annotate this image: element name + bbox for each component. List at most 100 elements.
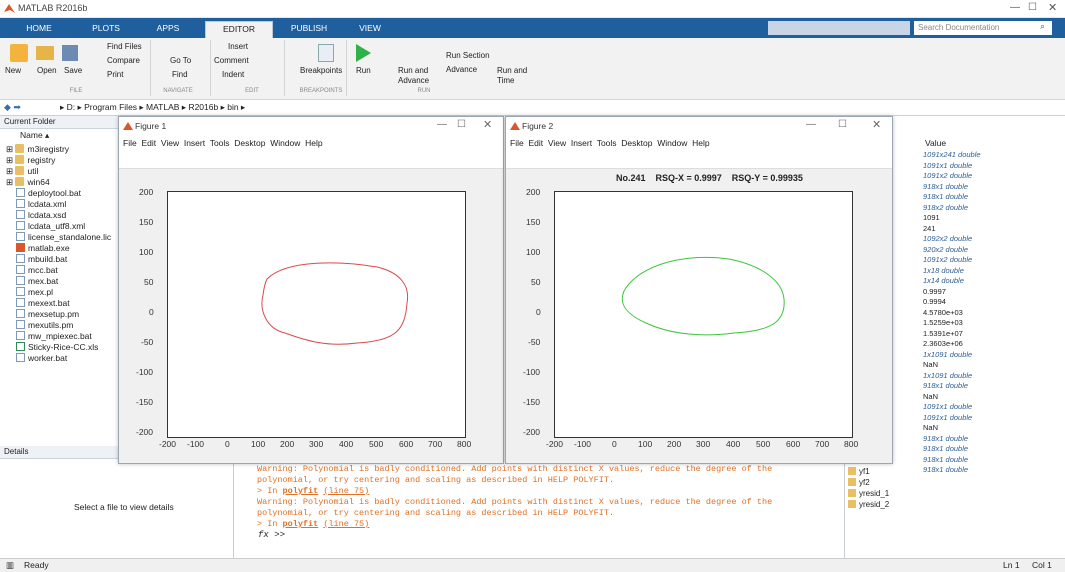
folder-list-item[interactable]: lcdata.xml bbox=[16, 199, 66, 210]
folder-list-item[interactable]: Sticky-Rice-CC.xls bbox=[16, 342, 98, 353]
workspace-value[interactable]: 1.5391e+07 bbox=[923, 329, 963, 338]
workspace-value[interactable]: 1091x2 double bbox=[923, 255, 972, 264]
workspace-value[interactable]: 918x1 double bbox=[923, 192, 968, 201]
folder-list-item[interactable]: ⊞ win64 bbox=[6, 177, 50, 188]
workspace-value[interactable]: 1091x1 double bbox=[923, 161, 972, 170]
value-column-header[interactable]: Value bbox=[925, 138, 946, 148]
folder-list-item[interactable]: mexutils.pm bbox=[16, 320, 73, 331]
expand-icon[interactable]: ⊞ bbox=[6, 155, 15, 165]
workspace-value[interactable]: 918x1 double bbox=[923, 455, 968, 464]
address-bar[interactable]: ◆ ➡ ▸ D: ▸ Program Files ▸ MATLAB ▸ R201… bbox=[0, 100, 1065, 116]
run-section-button[interactable]: Run Section bbox=[446, 51, 490, 61]
insert-button[interactable]: Insert bbox=[228, 42, 248, 52]
figure-2-axes[interactable] bbox=[554, 191, 854, 439]
search-icon[interactable]: ⌕ bbox=[1040, 21, 1045, 32]
breakpoints-button[interactable]: Breakpoints bbox=[300, 66, 342, 76]
breadcrumb[interactable]: ▸ D: ▸ Program Files ▸ MATLAB ▸ R2016b ▸… bbox=[60, 102, 245, 113]
workspace-value[interactable]: NaN bbox=[923, 392, 938, 401]
fig1-minimize-button[interactable]: — bbox=[437, 119, 447, 130]
tab-plots[interactable]: PLOTS bbox=[78, 21, 134, 38]
workspace-value[interactable]: 918x1 double bbox=[923, 182, 968, 191]
workspace-value[interactable]: 0.9997 bbox=[923, 287, 946, 296]
expand-icon[interactable]: ⊞ bbox=[6, 177, 15, 187]
open-button[interactable]: Open bbox=[37, 66, 57, 76]
compare-button[interactable]: Compare bbox=[107, 56, 140, 66]
workspace-value[interactable]: 241 bbox=[923, 224, 936, 233]
folder-list-item[interactable]: deploytool.bat bbox=[16, 188, 81, 199]
workspace-value[interactable]: 918x1 double bbox=[923, 434, 968, 443]
folder-list-item[interactable]: lcdata.xsd bbox=[16, 210, 66, 221]
menu-insert[interactable]: Insert bbox=[571, 138, 592, 148]
figure-2-toolbar[interactable] bbox=[506, 151, 892, 169]
menu-file[interactable]: File bbox=[510, 138, 524, 148]
advance-button[interactable]: Advance bbox=[446, 65, 477, 75]
crumb[interactable]: D: bbox=[67, 102, 76, 112]
workspace-value[interactable]: 918x2 double bbox=[923, 203, 968, 212]
folder-list-item[interactable]: mbuild.bat bbox=[16, 254, 67, 265]
minimize-button[interactable]: — bbox=[1010, 2, 1020, 13]
folder-list-item[interactable]: lcdata_utf8.xml bbox=[16, 221, 85, 232]
menu-tools[interactable]: Tools bbox=[597, 138, 617, 148]
figure-1-toolbar[interactable] bbox=[119, 151, 503, 169]
menu-help[interactable]: Help bbox=[692, 138, 709, 148]
fig2-minimize-button[interactable]: — bbox=[806, 119, 816, 130]
polyfit-link[interactable]: polyfit bbox=[283, 519, 319, 529]
indent-button[interactable]: Indent bbox=[222, 70, 244, 80]
ws-name-yresid-2[interactable]: yresid_2 bbox=[848, 499, 889, 510]
menu-window[interactable]: Window bbox=[270, 138, 300, 148]
find-button[interactable]: Find bbox=[172, 70, 188, 80]
crumb[interactable]: MATLAB bbox=[146, 102, 179, 112]
workspace-value[interactable]: 920x2 double bbox=[923, 245, 968, 254]
crumb[interactable]: Program Files bbox=[84, 102, 137, 112]
workspace-value[interactable]: 1x1091 double bbox=[923, 350, 972, 359]
fig2-close-button[interactable]: ✕ bbox=[872, 118, 881, 131]
workspace-value[interactable]: 918x1 double bbox=[923, 444, 968, 453]
folder-list-item[interactable]: matlab.exe bbox=[16, 243, 70, 254]
tab-home[interactable]: HOME bbox=[8, 21, 70, 38]
run-button[interactable]: Run bbox=[356, 66, 371, 76]
fig2-maximize-button[interactable]: ☐ bbox=[838, 119, 847, 130]
crumb[interactable]: R2016b bbox=[188, 102, 218, 112]
comment-button[interactable]: Comment bbox=[214, 56, 249, 66]
menu-desktop[interactable]: Desktop bbox=[234, 138, 265, 148]
figure-1-axes[interactable] bbox=[167, 191, 467, 439]
crumb[interactable]: bin bbox=[227, 102, 238, 112]
workspace-value[interactable]: 1092x2 double bbox=[923, 234, 972, 243]
menu-edit[interactable]: Edit bbox=[141, 138, 156, 148]
fig1-close-button[interactable]: ✕ bbox=[483, 118, 492, 131]
fig1-maximize-button[interactable]: ☐ bbox=[457, 119, 466, 130]
back-forward-icon[interactable]: ◆ ➡ bbox=[4, 102, 21, 113]
workspace-value[interactable]: 1091x1 double bbox=[923, 402, 972, 411]
menu-edit[interactable]: Edit bbox=[528, 138, 543, 148]
print-button[interactable]: Print bbox=[107, 70, 123, 80]
tab-apps[interactable]: APPS bbox=[140, 21, 196, 38]
tab-publish[interactable]: PUBLISH bbox=[280, 21, 338, 38]
workspace-value[interactable]: 0.9994 bbox=[923, 297, 946, 306]
search-input[interactable]: Search Documentation bbox=[914, 21, 1052, 35]
workspace-value[interactable]: 1x1091 double bbox=[923, 371, 972, 380]
go-to-button[interactable]: Go To bbox=[170, 56, 191, 66]
line-link[interactable]: (line 75) bbox=[323, 486, 369, 496]
workspace-value[interactable]: 4.5780e+03 bbox=[923, 308, 963, 317]
workspace-value[interactable]: 2.3603e+06 bbox=[923, 339, 963, 348]
expand-icon[interactable]: ⊞ bbox=[6, 144, 15, 154]
workspace-value[interactable]: 1091x241 double bbox=[923, 150, 981, 159]
workspace-value[interactable]: 1091x1 double bbox=[923, 413, 972, 422]
folder-list-item[interactable]: mexext.bat bbox=[16, 298, 70, 309]
command-prompt[interactable]: fx >> bbox=[258, 530, 285, 540]
close-button[interactable]: ✕ bbox=[1048, 1, 1057, 14]
save-button[interactable]: Save bbox=[64, 66, 82, 76]
folder-list-item[interactable]: mex.bat bbox=[16, 276, 58, 287]
folder-list-item[interactable]: mexsetup.pm bbox=[16, 309, 79, 320]
menu-file[interactable]: File bbox=[123, 138, 137, 148]
folder-list-item[interactable]: license_standalone.lic bbox=[16, 232, 111, 243]
tab-editor[interactable]: EDITOR bbox=[205, 21, 273, 38]
workspace-value[interactable]: NaN bbox=[923, 360, 938, 369]
workspace-value[interactable]: 1x18 double bbox=[923, 266, 964, 275]
menu-view[interactable]: View bbox=[161, 138, 179, 148]
folder-list-item[interactable]: mcc.bat bbox=[16, 265, 58, 276]
menu-window[interactable]: Window bbox=[657, 138, 687, 148]
find-files-button[interactable]: Find Files bbox=[107, 42, 142, 52]
workspace-value[interactable]: NaN bbox=[923, 423, 938, 432]
workspace-value[interactable]: 918x1 double bbox=[923, 381, 968, 390]
